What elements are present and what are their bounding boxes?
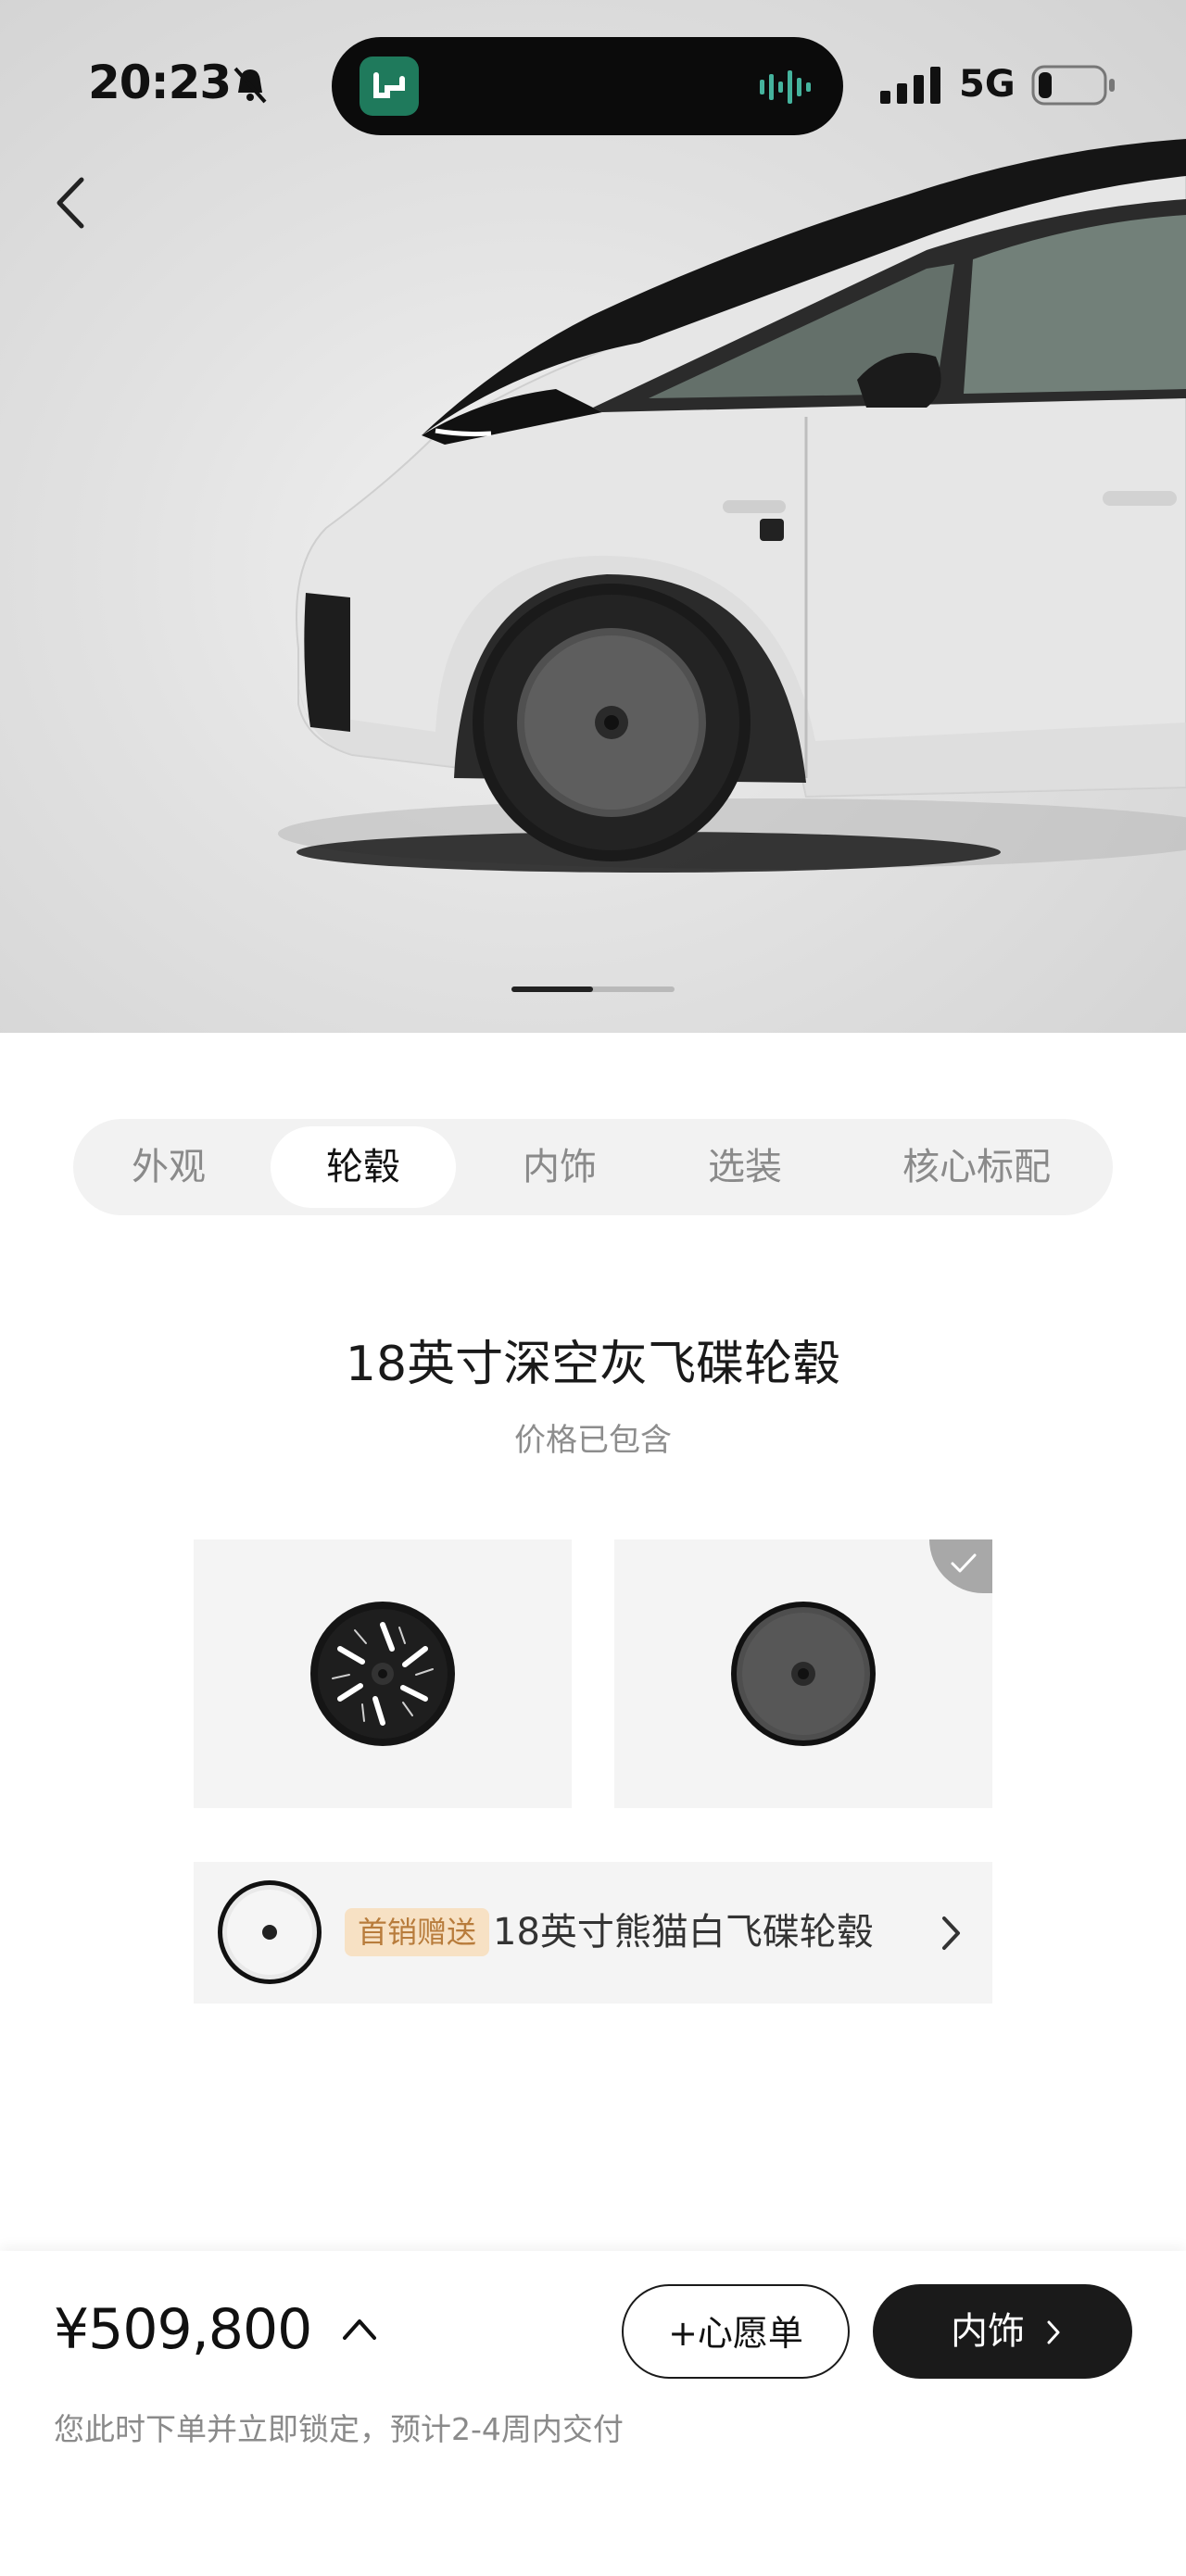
tab-wheels[interactable]: 轮毂 bbox=[271, 1126, 456, 1208]
panda-white-wheel-thumbnail bbox=[218, 1880, 322, 1984]
chevron-right-icon bbox=[1047, 2320, 1060, 2344]
total-price: ¥509,800 bbox=[54, 2297, 312, 2362]
delivery-estimate: 您此时下单并立即锁定，预计2-4周内交付 bbox=[54, 2411, 624, 2447]
next-button-label: 内饰 bbox=[951, 2310, 1025, 2353]
bell-off-icon bbox=[233, 67, 267, 104]
add-wishlist-button[interactable]: +心愿单 bbox=[622, 2284, 850, 2379]
dynamic-island bbox=[332, 37, 843, 135]
promo-wheel-name: 18英寸熊猫白飞碟轮毂 bbox=[493, 1911, 874, 1954]
hero-gallery[interactable]: 20:23 5G bbox=[0, 0, 1186, 1033]
tab-options[interactable]: 选装 bbox=[675, 1126, 814, 1208]
waveform-icon bbox=[760, 70, 811, 104]
car-image bbox=[278, 137, 1186, 873]
chevron-right-icon bbox=[942, 1916, 960, 1950]
promo-gift-row[interactable]: 首销赠送 18英寸熊猫白飞碟轮毂 bbox=[194, 1862, 992, 2004]
config-tabs: 外观 轮毂 内饰 选装 核心标配 bbox=[73, 1119, 1113, 1215]
app-icon bbox=[360, 57, 419, 116]
next-interior-button[interactable]: 内饰 bbox=[873, 2284, 1132, 2379]
wheel-grey-disc-image bbox=[731, 1602, 876, 1746]
signal-icon bbox=[880, 67, 940, 104]
network-label: 5G bbox=[959, 63, 1016, 106]
wheel-price-note: 价格已包含 bbox=[514, 1422, 672, 1459]
status-time: 20:23 bbox=[88, 56, 232, 109]
tab-interior[interactable]: 内饰 bbox=[490, 1126, 629, 1208]
wheel-black-spoke-image bbox=[310, 1602, 455, 1746]
checkmark-icon bbox=[951, 1553, 977, 1573]
wheel-option-grey-disc[interactable] bbox=[614, 1539, 992, 1808]
chevron-up-icon[interactable] bbox=[341, 2316, 378, 2342]
pagination-active-indicator bbox=[511, 986, 593, 992]
tab-exterior[interactable]: 外观 bbox=[108, 1126, 229, 1208]
wheel-title: 18英寸深空灰飞碟轮毂 bbox=[345, 1337, 841, 1392]
back-button[interactable] bbox=[48, 172, 95, 233]
tab-core-features[interactable]: 核心标配 bbox=[861, 1126, 1092, 1208]
wheel-option-black-spoke[interactable] bbox=[194, 1539, 572, 1808]
promo-badge: 首销赠送 bbox=[345, 1908, 490, 1956]
battery-icon bbox=[1031, 65, 1115, 106]
bottom-bar: ¥509,800 +心愿单 内饰 您此时下单并立即锁定，预计2-4周内交付 bbox=[0, 2251, 1186, 2576]
chevron-left-icon bbox=[57, 177, 84, 229]
gallery-pagination bbox=[511, 986, 675, 992]
